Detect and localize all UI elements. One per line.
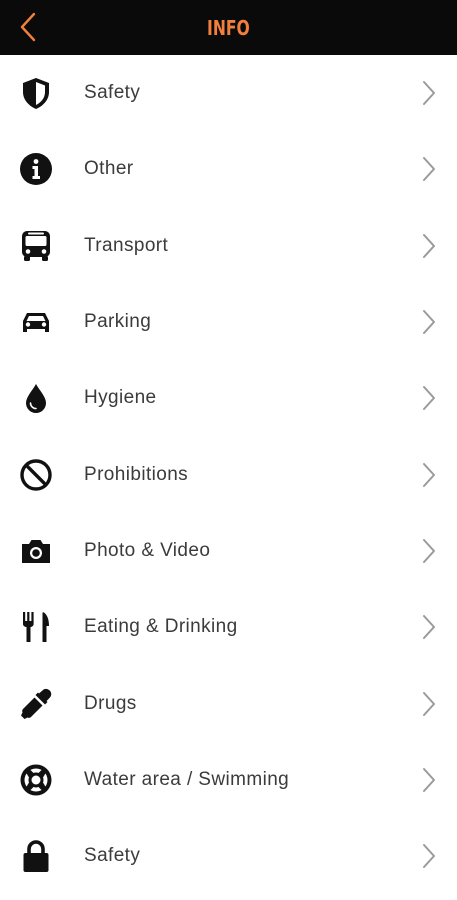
lock-icon — [17, 837, 55, 875]
list-item-label: Eating & Drinking — [84, 616, 238, 638]
chevron-right-icon — [423, 310, 435, 335]
bus-icon — [17, 227, 55, 265]
chevron-right-icon — [423, 767, 435, 792]
chevron-right-icon — [423, 615, 435, 640]
camera-icon — [17, 532, 55, 570]
list-item-parking[interactable]: Parking — [0, 284, 457, 360]
list-item-label: Drugs — [84, 692, 137, 714]
list-item-drugs[interactable]: Drugs — [0, 665, 457, 741]
car-icon — [17, 303, 55, 341]
list-item-label: Transport — [84, 234, 169, 256]
fork-knife-icon — [17, 608, 55, 646]
list-item-safety[interactable]: Safety — [0, 55, 457, 131]
chevron-right-icon — [423, 462, 435, 487]
list-item-photo-video[interactable]: Photo & Video — [0, 513, 457, 589]
chevron-right-icon — [423, 538, 435, 563]
chevron-right-icon — [423, 233, 435, 258]
list-item-hygiene[interactable]: Hygiene — [0, 360, 457, 436]
dropper-icon — [17, 685, 55, 723]
chevron-right-icon — [423, 844, 435, 869]
chevron-right-icon — [423, 386, 435, 411]
back-button[interactable] — [8, 6, 48, 48]
list-item-label: Safety — [84, 845, 141, 867]
list-item-label: Other — [84, 158, 134, 180]
prohibited-icon — [17, 456, 55, 494]
chevron-left-icon — [20, 12, 36, 42]
list-item-eating-drinking[interactable]: Eating & Drinking — [0, 589, 457, 665]
chevron-right-icon — [423, 691, 435, 716]
top-bar: INFO — [0, 0, 457, 55]
chevron-right-icon — [423, 157, 435, 182]
chevron-right-icon — [423, 81, 435, 106]
list-item-label: Safety — [84, 82, 141, 104]
list-item-label: Hygiene — [84, 387, 157, 409]
page-title: INFO — [207, 15, 250, 40]
list-item-safety-lock[interactable]: Safety — [0, 818, 457, 894]
shield-icon — [17, 74, 55, 112]
list-item-transport[interactable]: Transport — [0, 208, 457, 284]
lifebuoy-icon — [17, 761, 55, 799]
info-icon — [17, 150, 55, 188]
list-item-water-area-swimming[interactable]: Water area / Swimming — [0, 742, 457, 818]
list-item-other[interactable]: Other — [0, 131, 457, 207]
list-item-label: Water area / Swimming — [84, 768, 290, 790]
list-item-label: Prohibitions — [84, 463, 189, 485]
list-item-label: Parking — [84, 311, 152, 333]
list-item-label: Photo & Video — [84, 539, 211, 561]
list-item-prohibitions[interactable]: Prohibitions — [0, 436, 457, 512]
info-list: Safety Other Transport Parking Hygiene P… — [0, 55, 457, 894]
water-drop-icon — [17, 379, 55, 417]
